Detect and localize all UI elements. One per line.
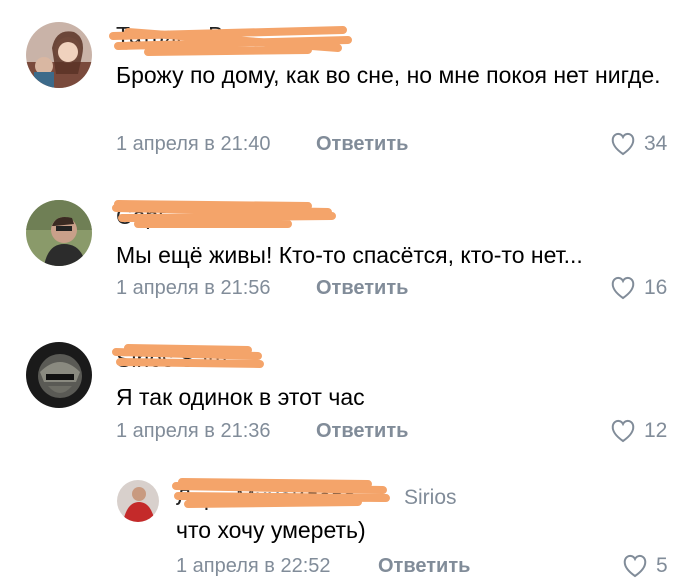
redaction-scribble [172, 478, 390, 508]
reply-to-name[interactable]: Sirios [404, 486, 457, 510]
reply-button[interactable]: Ответить [378, 555, 470, 578]
avatar[interactable] [117, 480, 159, 522]
reply-comment: Лера Михайлова Sirios что хочу умереть) … [0, 0, 700, 587]
reply-text: что хочу умереть) [176, 517, 366, 543]
reply-date[interactable]: 1 апреля в 22:52 [176, 555, 331, 578]
like-button[interactable]: 5 [622, 554, 668, 578]
like-count: 5 [656, 554, 668, 577]
heart-outline-icon [623, 554, 647, 578]
